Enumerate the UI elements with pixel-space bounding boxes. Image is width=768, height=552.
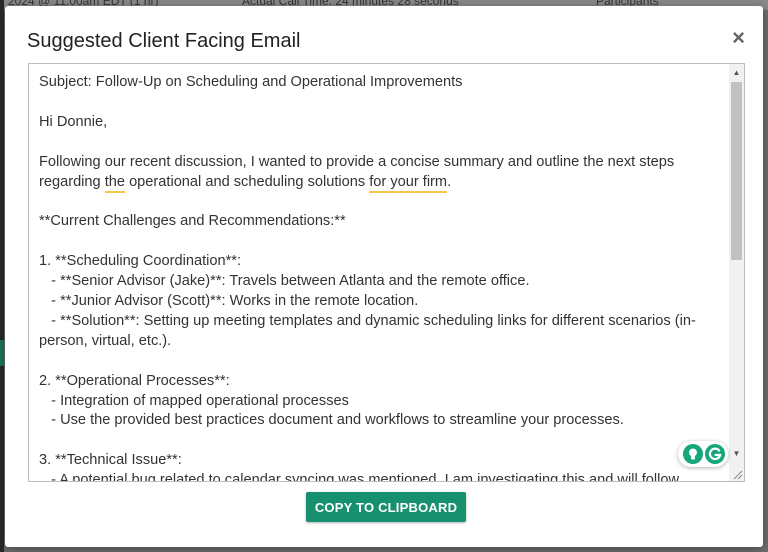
item-2-line-b: - Use the provided best practices docume… <box>39 412 624 429</box>
email-subject: Subject: Follow-Up on Scheduling and Ope… <box>39 74 463 90</box>
challenges-heading: **Current Challenges and Recommendations… <box>39 213 346 230</box>
close-button[interactable]: × <box>732 27 745 49</box>
item-1-line-a: - **Senior Advisor (Jake)**: Travels bet… <box>39 273 530 290</box>
grammarly-widget[interactable] <box>678 441 728 467</box>
resize-handle-icon[interactable] <box>731 468 743 480</box>
lightbulb-icon[interactable] <box>683 444 703 464</box>
grammar-suggestion-underline[interactable]: the <box>104 173 126 193</box>
suggested-email-modal: Suggested Client Facing Email × Subject:… <box>5 6 763 547</box>
email-greeting: Hi Donnie, <box>39 113 108 130</box>
scroll-down-arrow-icon[interactable]: ▼ <box>729 447 744 461</box>
item-2-title: 2. **Operational Processes**: <box>39 372 230 389</box>
grammarly-logo-icon[interactable] <box>705 444 725 464</box>
item-3-line-a: - A potential bug related to calendar sy… <box>39 472 680 482</box>
grammar-suggestion-underline[interactable]: for your firm <box>369 173 448 193</box>
item-3-title: 3. **Technical Issue**: <box>39 452 182 469</box>
item-1-line-c: - **Solution**: Setting up meeting templ… <box>39 312 696 349</box>
copy-to-clipboard-button[interactable]: COPY TO CLIPBOARD <box>306 492 466 522</box>
background-sidebar <box>0 0 4 552</box>
item-1-title: 1. **Scheduling Coordination**: <box>39 253 242 270</box>
email-intro: Following our recent discussion, I wante… <box>39 154 678 193</box>
email-textarea[interactable]: Subject: Follow-Up on Scheduling and Ope… <box>28 63 745 482</box>
item-2-line-a: - Integration of mapped operational proc… <box>39 392 349 409</box>
vertical-scrollbar[interactable]: ▲ ▼ <box>729 64 744 481</box>
item-1-line-b: - **Junior Advisor (Scott)**: Works in t… <box>39 292 419 309</box>
scroll-up-arrow-icon[interactable]: ▲ <box>729 66 744 80</box>
email-body[interactable]: Subject: Follow-Up on Scheduling and Ope… <box>29 64 728 481</box>
scroll-thumb[interactable] <box>731 82 742 260</box>
modal-title: Suggested Client Facing Email <box>27 30 301 52</box>
background-sidebar-accent <box>0 340 4 366</box>
